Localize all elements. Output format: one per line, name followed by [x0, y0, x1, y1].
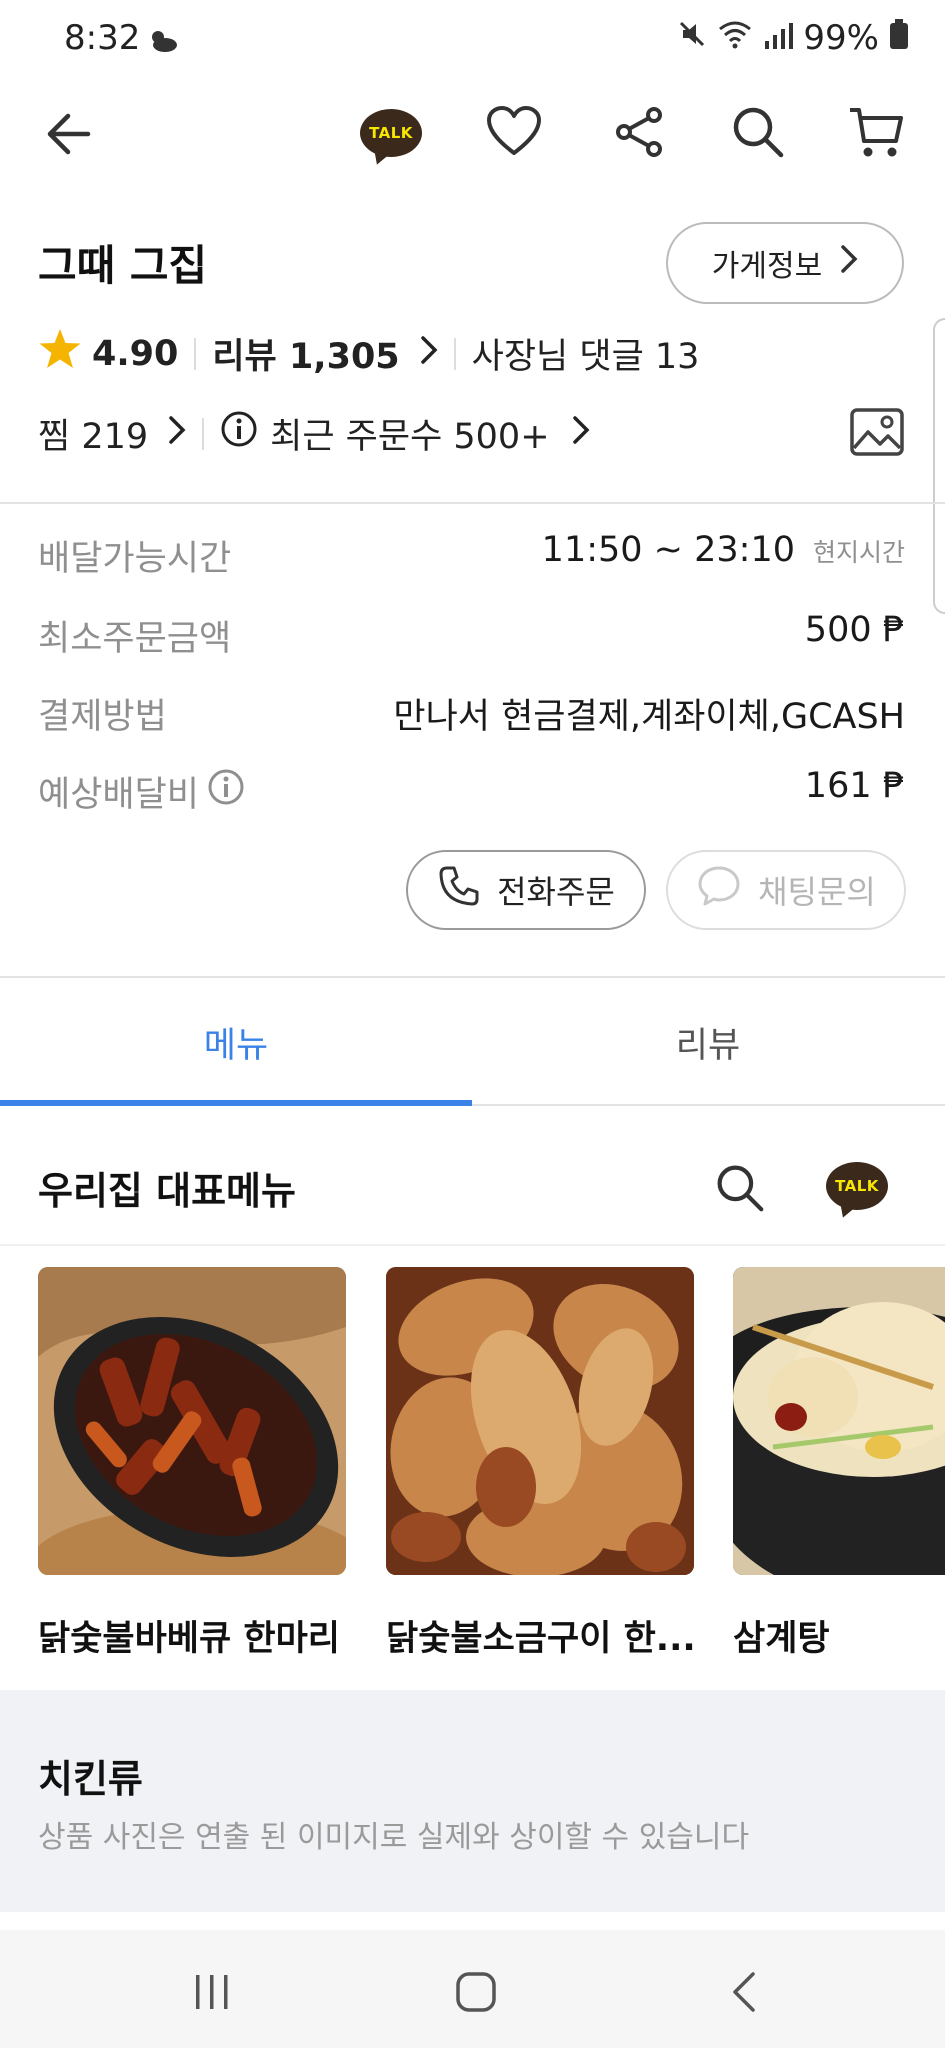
star-icon	[38, 328, 82, 379]
battery-percent: 99%	[803, 18, 879, 58]
recent-orders-link[interactable]: 최근 주문수 500+	[220, 408, 590, 459]
menu-item-image[interactable]	[386, 1267, 694, 1575]
payment-method-label: 결제방법	[38, 697, 167, 737]
delivery-fee-label: 예상배달비	[38, 766, 245, 817]
wifi-icon	[717, 18, 753, 58]
kakao-talk-button[interactable]: TALK	[358, 105, 424, 161]
payment-method-value: 만나서 현금결제,계좌이체,GCASH	[393, 697, 905, 737]
photo-icon[interactable]	[850, 408, 904, 460]
divider	[0, 976, 945, 978]
info-circle-icon	[220, 410, 258, 457]
menu-search-icon[interactable]	[710, 1158, 770, 1218]
tab-review[interactable]: 리뷰	[472, 1000, 944, 1084]
chat-inquiry-button[interactable]: 채팅문의	[666, 850, 906, 930]
mute-icon	[677, 18, 707, 58]
menu-item-name[interactable]: 닭숯불바베큐 한마리	[38, 1610, 340, 1661]
likes-count: 찜 219	[38, 417, 149, 457]
review-count-link[interactable]: 리뷰 1,305	[212, 328, 438, 379]
divider	[194, 337, 197, 370]
local-time-note: 현지시간	[812, 538, 905, 567]
battery-icon	[889, 18, 909, 58]
recent-orders: 최근 주문수 500+	[270, 417, 550, 457]
owner-reply-count: 사장님 댓글 13	[471, 337, 700, 377]
tab-review-label: 리뷰	[675, 1025, 741, 1066]
info-circle-icon[interactable]	[207, 768, 245, 815]
menu-item-name[interactable]: 삼계탕	[733, 1610, 830, 1661]
tab-menu-label: 메뉴	[203, 1025, 269, 1066]
delivery-fee-value: 161 ₱	[804, 766, 905, 806]
category-notice: 상품 사진은 연출 된 이미지로 실제와 상이할 수 있습니다	[38, 1820, 750, 1855]
store-name: 그때 그집	[38, 241, 208, 290]
divider	[453, 337, 456, 370]
recent-apps-icon[interactable]	[180, 1964, 244, 2020]
talk-icon: TALK	[360, 109, 422, 157]
category-title: 치킨류	[38, 1757, 143, 1801]
weather-icon	[148, 28, 178, 58]
rating-value: 4.90	[92, 333, 179, 374]
phone-icon	[437, 864, 481, 916]
menu-kakao-talk-button[interactable]: TALK	[824, 1158, 890, 1214]
active-tab-indicator	[0, 1100, 472, 1106]
signal-icon	[763, 18, 794, 58]
hours-range: 11:50 ~ 23:10	[541, 530, 795, 570]
divider	[202, 417, 205, 450]
status-icons: 99%	[677, 18, 909, 58]
chat-inquiry-label: 채팅문의	[758, 873, 876, 911]
delivery-hours-value: 11:50 ~ 23:10 현지시간	[542, 530, 905, 570]
heart-icon[interactable]	[484, 102, 544, 162]
scroll-indicator[interactable]	[933, 318, 945, 614]
chevron-right-icon	[420, 334, 438, 374]
menu-item-name[interactable]: 닭숯불소금구이 한...	[386, 1610, 696, 1661]
chevron-right-icon	[168, 414, 186, 454]
search-icon[interactable]	[728, 102, 788, 162]
delivery-hours-label: 배달가능시간	[38, 539, 232, 579]
chat-bubble-icon	[696, 864, 742, 916]
menu-item-image[interactable]	[38, 1267, 346, 1575]
back-arrow-icon[interactable]	[38, 104, 98, 164]
system-back-icon[interactable]	[712, 1964, 776, 2020]
store-info-button[interactable]: 가게정보	[666, 222, 904, 304]
likes-row: 찜 219 최근 주문수 500+	[38, 408, 590, 459]
phone-order-button[interactable]: 전화주문	[406, 850, 646, 930]
min-order-value: 500 ₱	[804, 610, 905, 650]
likes-link[interactable]: 찜 219	[38, 408, 186, 459]
status-time: 8:32	[64, 18, 141, 58]
delivery-fee-text: 예상배달비	[38, 775, 200, 815]
store-info-label: 가게정보	[711, 249, 823, 284]
share-icon[interactable]	[610, 102, 670, 162]
divider	[0, 502, 945, 504]
chevron-right-icon	[840, 244, 858, 282]
talk-icon: TALK	[826, 1162, 888, 1210]
phone-order-label: 전화주문	[497, 873, 615, 911]
review-count: 리뷰 1,305	[212, 337, 400, 377]
cart-icon[interactable]	[846, 102, 906, 162]
chevron-right-icon	[572, 414, 590, 454]
tab-menu[interactable]: 메뉴	[0, 1000, 472, 1084]
home-icon[interactable]	[444, 1964, 508, 2020]
featured-menu-title: 우리집 대표메뉴	[38, 1169, 296, 1213]
divider	[0, 1244, 945, 1246]
min-order-label: 최소주문금액	[38, 619, 232, 659]
menu-item-image[interactable]	[733, 1267, 945, 1575]
rating-row: 4.90 리뷰 1,305 사장님 댓글 13	[38, 328, 699, 379]
